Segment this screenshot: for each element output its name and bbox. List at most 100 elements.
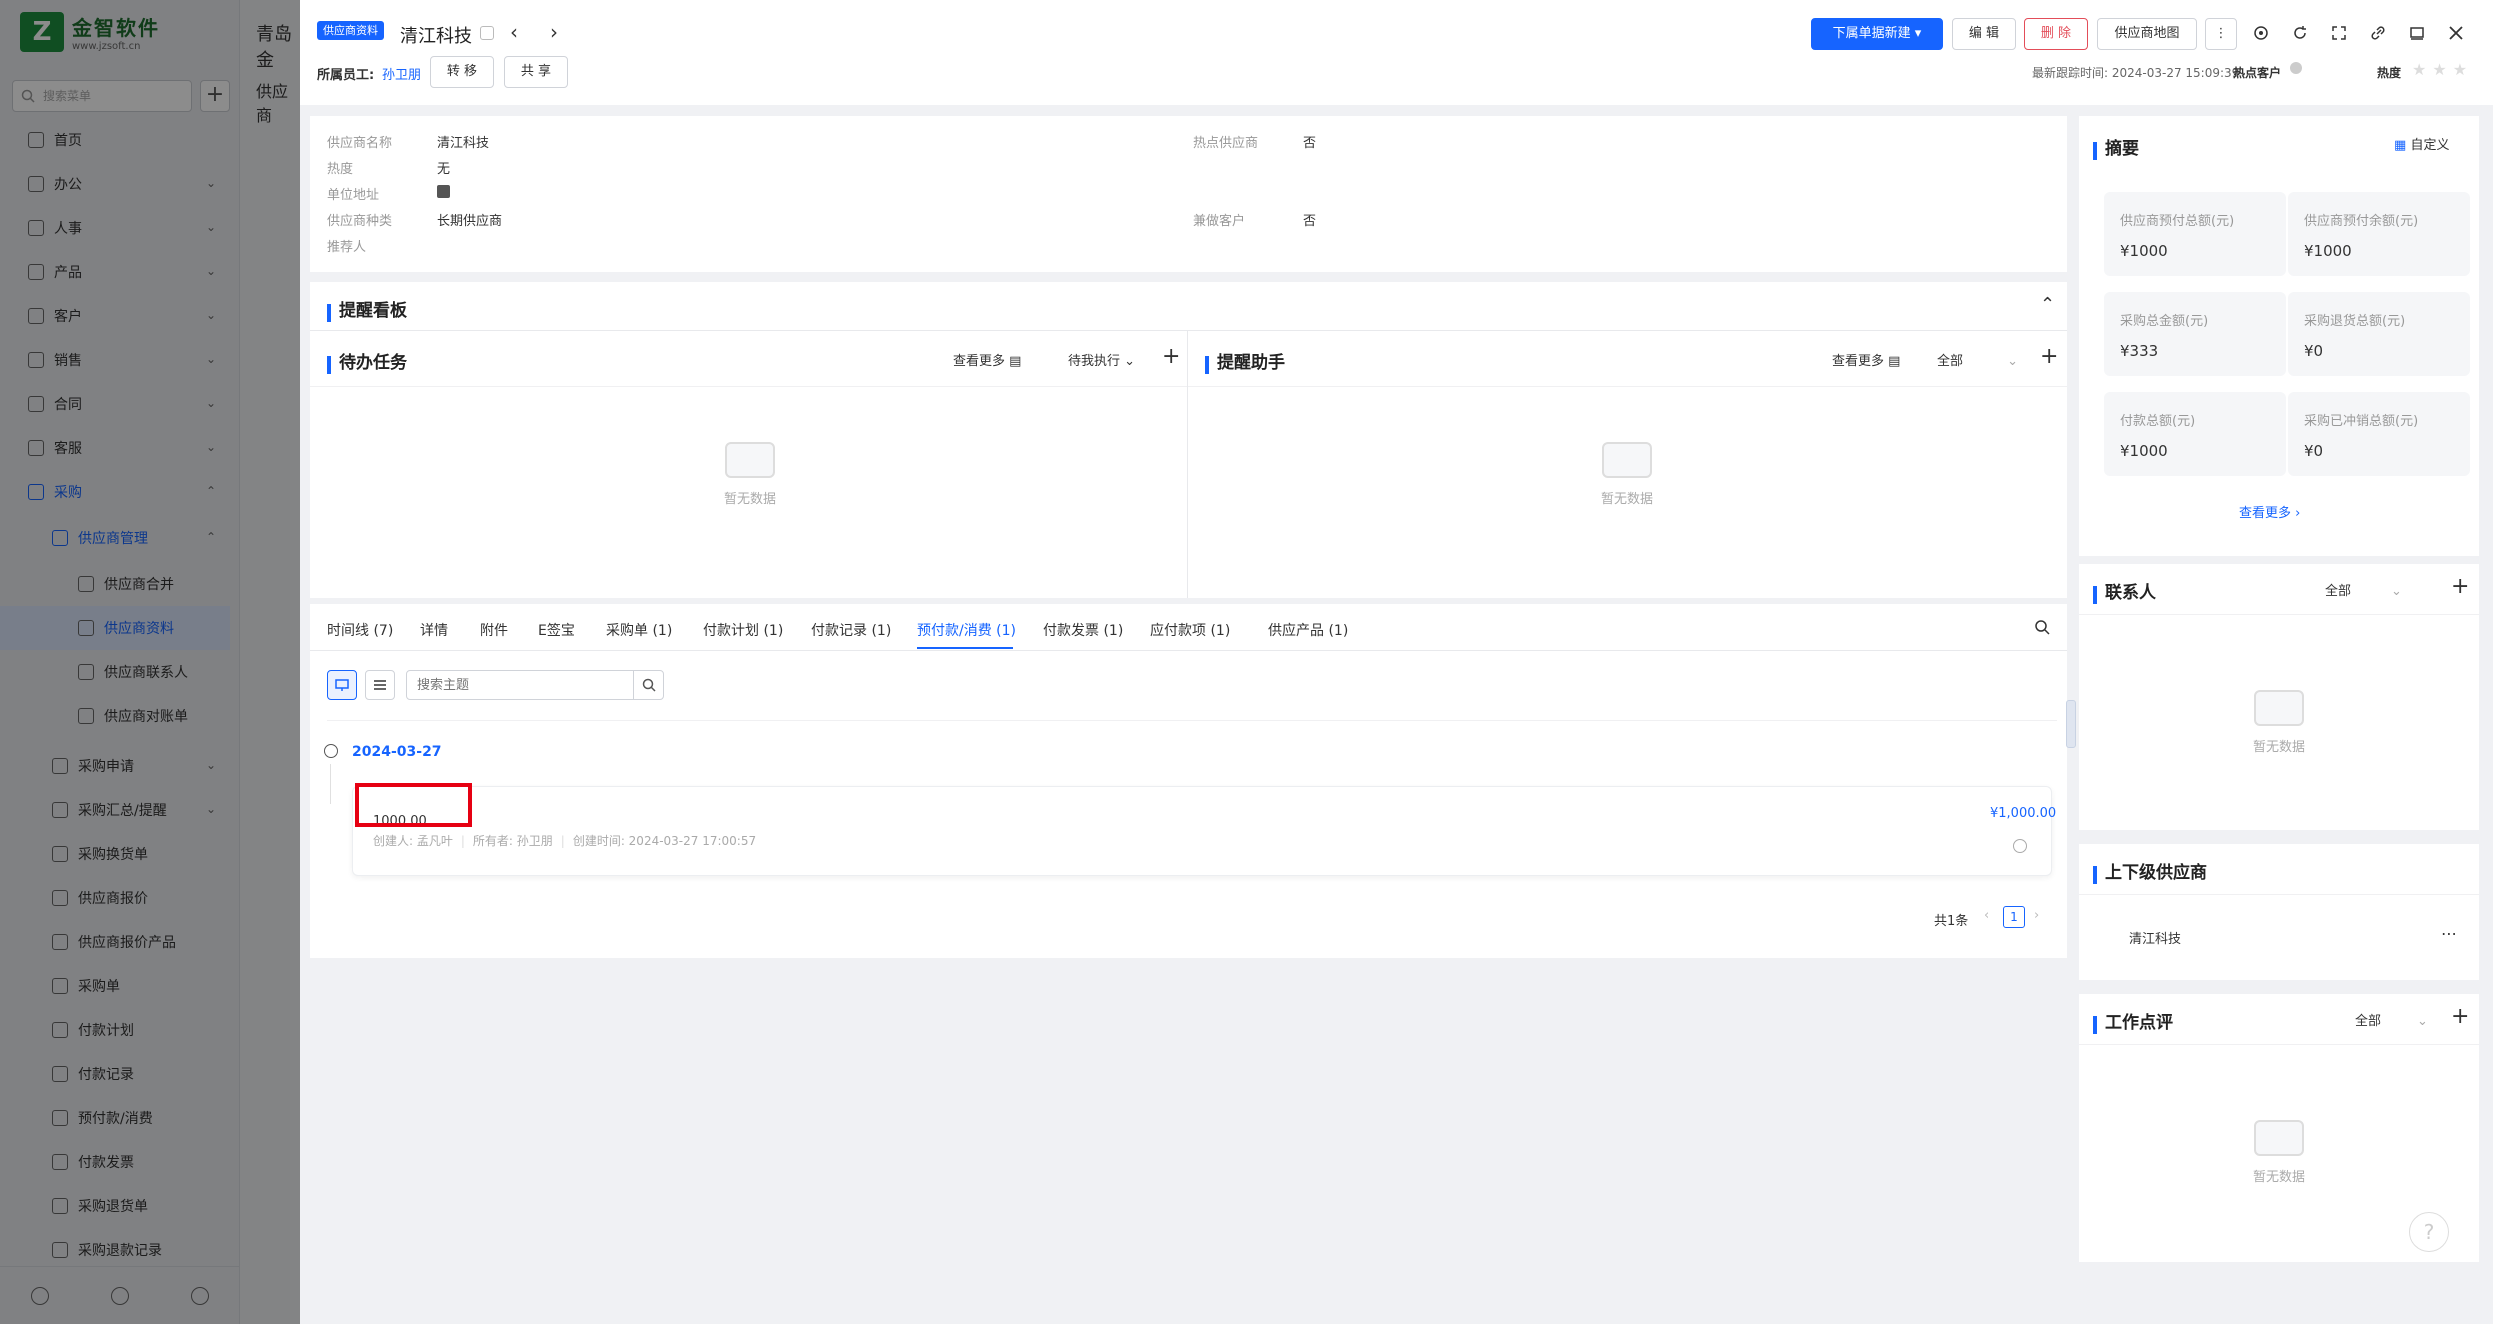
divider [2079, 614, 2479, 615]
tab-item[interactable]: 供应产品 (1) [1268, 620, 1348, 640]
delete-button[interactable]: 删 除 [2024, 18, 2088, 50]
tab-item[interactable]: 附件 [480, 620, 508, 640]
divider [310, 386, 1187, 387]
supplier-map-button[interactable]: 供应商地图 [2097, 18, 2197, 50]
prev-record-icon[interactable]: ‹ [510, 20, 518, 44]
shield-icon[interactable] [480, 26, 494, 40]
contacts-filter-select[interactable]: 全部 ⌄ [2325, 580, 2402, 599]
metric-label: 采购退货总额(元) [2304, 314, 2406, 329]
contacts-title: 联系人 [2093, 578, 2156, 604]
contacts-add-icon[interactable]: + [2451, 574, 2469, 599]
heat-stars-icon[interactable]: ★★★ [2412, 60, 2473, 79]
tab-item[interactable]: E签宝 [538, 620, 575, 640]
summary-title: 摘要 [2093, 134, 2139, 160]
empty-box-icon [2254, 1120, 2304, 1156]
comment-icon[interactable] [2013, 839, 2027, 853]
reminder-board-title: 提醒看板 [327, 296, 407, 322]
assistant-filter-select[interactable]: 全部 ⌄ [1937, 350, 2018, 369]
transfer-button[interactable]: 转 移 [430, 56, 494, 88]
supplier-type-label: 供应商种类 [327, 214, 393, 229]
record-title: 清江科技 [400, 26, 472, 47]
page-1-button[interactable]: 1 [2003, 906, 2025, 928]
close-icon[interactable] [2443, 20, 2469, 46]
prepayment-record-card[interactable]: 1000.00 ¥1,000.00 创建人: 孟凡叶 | 所有者: 孙卫朋 | 创建时间… [352, 786, 2056, 876]
customize-link[interactable]: ▦ 自定义 [2394, 134, 2449, 153]
record-search-input[interactable] [407, 671, 627, 699]
tab-item[interactable]: 详情 [420, 620, 448, 640]
upstream-more-icon[interactable]: ⋯ [2441, 924, 2457, 943]
map-pin-icon[interactable] [437, 185, 450, 198]
tab-search-icon[interactable] [2034, 619, 2050, 635]
summary-metric: 采购已冲销总额(元) ¥0 [2288, 392, 2470, 476]
timeline-date: 2024-03-27 [352, 744, 442, 760]
search-icon[interactable] [633, 671, 663, 699]
timeline-view-button[interactable] [327, 670, 357, 700]
next-record-icon[interactable]: › [550, 20, 558, 44]
hot-supplier-label: 热点供应商 [1193, 136, 1259, 151]
fullscreen-icon[interactable] [2326, 20, 2352, 46]
prev-page-icon[interactable]: ‹ [1984, 908, 1989, 923]
todo-empty-state: 暂无数据 [690, 442, 810, 507]
assistant-add-icon[interactable]: + [2040, 344, 2058, 369]
metric-label: 采购已冲销总额(元) [2304, 414, 2419, 429]
metric-label: 供应商预付余额(元) [2304, 214, 2419, 229]
tab-item[interactable]: 采购单 (1) [606, 620, 672, 640]
divider [1187, 330, 1188, 598]
collapse-icon[interactable]: ⌃ [2040, 294, 2055, 315]
record-search-field[interactable] [406, 670, 664, 700]
metric-value: ¥333 [2120, 342, 2159, 360]
refresh-icon[interactable] [2287, 20, 2313, 46]
side-collapse-handle[interactable] [2066, 700, 2076, 748]
more-actions-button[interactable]: ⋮ [2205, 18, 2237, 50]
record-money: ¥1,000.00 [1990, 806, 2057, 821]
modal-overlay[interactable] [0, 0, 300, 1324]
upstream-item[interactable]: 清江科技 [2129, 928, 2181, 947]
assistant-more-link[interactable]: 查看更多 ▤ [1832, 350, 1900, 369]
list-view-button[interactable] [365, 670, 395, 700]
summary-more-link[interactable]: 查看更多 › [2239, 502, 2300, 521]
metric-value: ¥1000 [2120, 442, 2168, 460]
summary-metric: 付款总额(元) ¥1000 [2104, 392, 2286, 476]
contacts-card: 联系人 全部 ⌄ + 暂无数据 [2079, 564, 2479, 830]
print-icon[interactable] [2404, 20, 2430, 46]
record-meta: 创建人: 孟凡叶 | 所有者: 孙卫朋 | 创建时间: 2024-03-27 17:00… [373, 834, 757, 848]
address-label: 单位地址 [327, 188, 380, 203]
tab-item[interactable]: 付款发票 (1) [1043, 620, 1123, 640]
watch-icon[interactable] [2248, 20, 2274, 46]
review-filter-select[interactable]: 全部 ⌄ [2355, 1010, 2428, 1029]
hot-customer-label: 热点客户 [2233, 66, 2282, 80]
divider [310, 650, 2067, 651]
review-add-icon[interactable]: + [2451, 1004, 2469, 1029]
next-page-icon[interactable]: › [2034, 908, 2039, 923]
todo-more-link[interactable]: 查看更多 ▤ [953, 350, 1021, 369]
link-icon[interactable] [2365, 20, 2391, 46]
assistant-empty-state: 暂无数据 [1567, 442, 1687, 507]
hot-supplier-value: 否 [1303, 136, 1317, 151]
tab-item[interactable]: 付款记录 (1) [811, 620, 891, 640]
upstream-title: 上下级供应商 [2093, 858, 2207, 884]
summary-metric: 采购总金额(元) ¥333 [2104, 292, 2286, 376]
metric-label: 付款总额(元) [2120, 414, 2196, 429]
todo-filter-select[interactable]: 待我执行 ⌄ [1068, 350, 1135, 369]
help-icon[interactable]: ? [2409, 1212, 2449, 1252]
last-track-time: 最新跟踪时间: 2024-03-27 15:09:39 [2032, 66, 2240, 80]
review-card: 工作点评 全部 ⌄ + 暂无数据 ? [2079, 994, 2479, 1262]
summary-card: 摘要 ▦ 自定义 供应商预付总额(元) ¥1000 供应商预付余额(元) ¥1000 采… [2079, 116, 2479, 556]
heat-label: 热度 [2377, 66, 2402, 80]
owner-name-link[interactable]: 孙卫朋 [382, 64, 421, 83]
tab-item[interactable]: 应付款项 (1) [1150, 620, 1230, 640]
edit-button[interactable]: 编 辑 [1952, 18, 2016, 50]
todo-add-icon[interactable]: + [1162, 344, 1180, 369]
new-sub-document-button[interactable]: 下属单据新建 ▾ [1811, 18, 1943, 50]
tab-item[interactable]: 预付款/消费 (1) [917, 620, 1016, 640]
hot-toggle-icon[interactable] [2290, 62, 2302, 74]
todo-title: 待办任务 [327, 348, 407, 374]
divider [2079, 1044, 2479, 1045]
supplier-detail-panel: 供应商资料 清江科技 ‹ › 所属员工: 孙卫朋 转 移 共 享 下属单据新建 … [300, 0, 2493, 1324]
tab-item[interactable]: 时间线 (7) [327, 620, 393, 640]
share-button[interactable]: 共 享 [504, 56, 568, 88]
supplier-info-card: 供应商名称 清江科技 热度 无 单位地址 供应商种类 长期供应商 推荐人 热点供… [310, 116, 2067, 272]
total-count: 共1条 [1934, 914, 1969, 929]
tab-item[interactable]: 付款计划 (1) [703, 620, 783, 640]
supplier-type-value: 长期供应商 [437, 214, 503, 229]
